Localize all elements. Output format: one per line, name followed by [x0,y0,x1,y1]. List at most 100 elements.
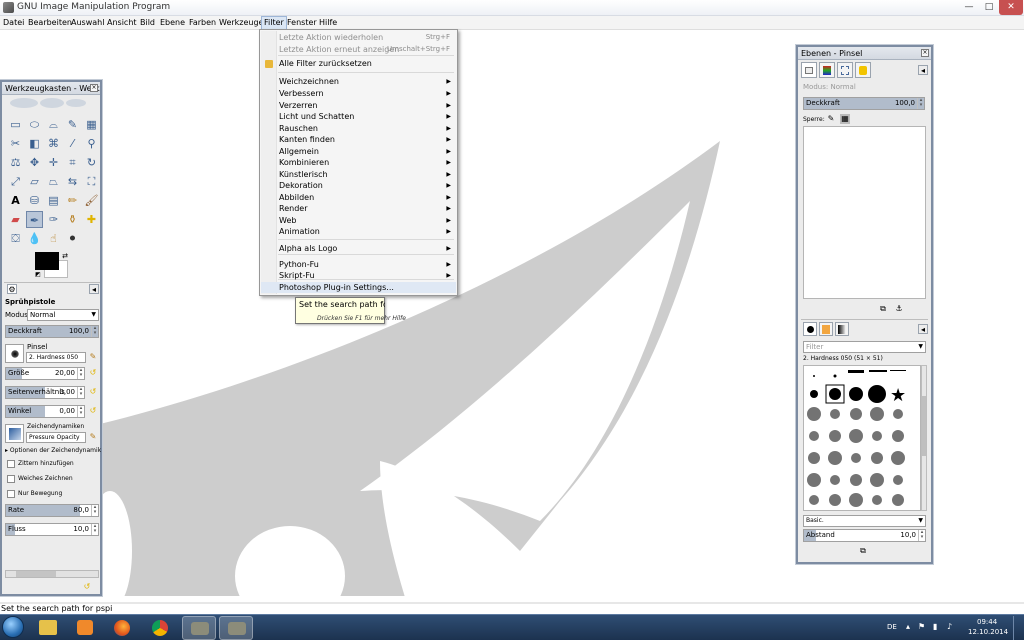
foreground-select-icon[interactable]: ◧ [26,135,43,152]
start-button[interactable] [2,616,24,638]
paths-tab-icon[interactable] [837,62,853,78]
layers-panel-menu-icon[interactable]: ◂ [918,65,928,75]
panel-menu-icon[interactable]: ◂ [89,284,99,294]
filter-menu-item-render[interactable]: Render ▶ [261,203,456,214]
menu-bild[interactable]: Bild [140,18,155,27]
taskbar-explorer[interactable] [31,616,65,640]
ellipse-select-icon[interactable]: ⬭ [26,116,43,133]
filter-menu-item-python-fu[interactable]: Python-Fu ▶ [261,259,456,270]
jitter-checkbox[interactable] [7,460,15,468]
cage-transform-icon[interactable]: ⛶ [83,173,100,190]
undo-tab-icon[interactable] [855,62,871,78]
menu-farben[interactable]: Farben [189,18,216,27]
aspect-spin[interactable]: ▴ ▾ [77,387,84,398]
dynamics-name-field[interactable]: Pressure Opacity [26,432,86,443]
filter-menu-item-alpha-als-logo[interactable]: Alpha als Logo ▶ [261,243,456,254]
menu-ebene[interactable]: Ebene [160,18,185,27]
rotate-icon[interactable]: ↻ [83,154,100,171]
filter-menu-item-web[interactable]: Web ▶ [261,215,456,226]
brushes-panel-menu-icon[interactable]: ◂ [918,324,928,334]
toolbox-close-icon[interactable]: × [90,84,98,92]
filter-menu-item-künstlerisch[interactable]: Künstlerisch ▶ [261,169,456,180]
taskbar-chrome[interactable] [144,616,178,640]
move-icon[interactable]: ✥ [26,154,43,171]
menu-filter[interactable]: Filter [261,16,287,30]
menu-fenster[interactable]: Fenster [287,18,317,27]
spacing-spin[interactable]: ▴ ▾ [918,530,925,541]
brush-grid-scroll-thumb[interactable] [922,396,926,456]
menu-bearbeiten[interactable]: Bearbeiten [28,18,72,27]
ink-icon[interactable]: ✑ [45,211,62,228]
opacity-slider[interactable]: Deckkraft 100,0 ▴ ▾ [5,325,99,338]
scissors-select-icon[interactable]: ✂ [7,135,24,152]
tray-expand-icon[interactable]: ▴ [906,622,910,631]
reset-tool-options-icon[interactable]: ↺ [82,582,92,592]
taskbar-gimp-2[interactable] [219,616,253,640]
layers-tab-icon[interactable] [801,62,817,78]
zoom-icon[interactable]: ⚲ [83,135,100,152]
volume-icon[interactable]: ♪ [947,622,952,631]
tool-options-tab-icon[interactable]: ⚙ [7,284,17,294]
language-indicator[interactable]: DE [887,623,897,631]
reset-angle-icon[interactable]: ↺ [88,406,98,416]
network-icon[interactable]: ▮ [933,622,937,631]
angle-slider[interactable]: Winkel 0,00 ▴ ▾ [5,405,85,418]
clock-time[interactable]: 09:44 [977,618,997,626]
swap-colors-icon[interactable]: ⇄ [60,251,70,261]
filter-menu-item-letzte-aktion-erneut-anzeigen[interactable]: Letzte Aktion erneut anzeigen Umschalt+St… [261,44,456,55]
channels-tab-icon[interactable] [819,62,835,78]
airbrush-icon[interactable]: ✒ [26,211,43,228]
foreground-color-swatch-front[interactable] [35,252,59,270]
filter-menu-item-animation[interactable]: Animation ▶ [261,226,456,237]
filter-menu-item-rauschen[interactable]: Rauschen ▶ [261,123,456,134]
brush-grid[interactable]: ★ [803,365,921,511]
fuzzy-select-icon[interactable]: ✎ [64,116,81,133]
clone-icon[interactable]: ⚱ [64,211,81,228]
taskbar-gimp-1[interactable] [182,616,216,640]
shear-icon[interactable]: ▱ [26,173,43,190]
size-spin[interactable]: ▴ ▾ [77,368,84,379]
duplicate-brush-icon[interactable]: ⧉ [858,546,868,556]
reset-aspect-icon[interactable]: ↺ [88,387,98,397]
filter-menu-item-dekoration[interactable]: Dekoration ▶ [261,180,456,191]
motion-only-checkbox[interactable] [7,490,15,498]
dynamics-options-expander[interactable]: ▸ Optionen der Zeichendynamik [5,447,101,454]
flow-slider[interactable]: Fluss 10,0 ▴ ▾ [5,523,99,536]
crop-icon[interactable]: ⌗ [64,154,81,171]
layer-list[interactable] [803,126,926,299]
filter-menu-item-weichzeichnen[interactable]: Weichzeichnen ▶ [261,76,456,87]
scale-icon[interactable]: ⤢ [7,173,24,190]
show-desktop-button[interactable] [1013,616,1023,640]
gradients-tab-icon[interactable] [835,322,849,336]
filter-menu-item-kanten-finden[interactable]: Kanten finden ▶ [261,134,456,145]
rect-select-icon[interactable]: ▭ [7,116,24,133]
filter-menu-item-skript-fu[interactable]: Skript-Fu ▶ [261,270,456,281]
opacity-spin[interactable]: ▴ ▾ [91,326,98,337]
dodge-burn-icon[interactable]: ⚫ [64,230,81,247]
reset-size-icon[interactable]: ↺ [88,368,98,378]
filter-menu-item-photoshop-plug-in-settings[interactable]: Photoshop Plug-in Settings... [261,282,456,293]
clock-date[interactable]: 12.10.2014 [968,628,1008,636]
perspective-icon[interactable]: ⏢ [45,173,62,190]
heal-icon[interactable]: ✚ [83,211,100,228]
layers-close-icon[interactable]: × [921,49,929,57]
smudge-icon[interactable]: ☝ [45,230,62,247]
filter-menu-item-verbessern[interactable]: Verbessern ▶ [261,88,456,99]
lock-alpha-icon[interactable]: ▦ [840,114,850,124]
brushes-tab-icon[interactable] [803,322,817,336]
scrollbar-thumb[interactable] [16,571,56,577]
filter-menu-item-abbilden[interactable]: Abbilden ▶ [261,192,456,203]
flow-spin[interactable]: ▴ ▾ [91,524,98,535]
menu-ansicht[interactable]: Ansicht [107,18,137,27]
paintbrush-icon[interactable]: 🖌 [83,192,100,209]
taskbar-media-player[interactable] [68,616,102,640]
flip-icon[interactable]: ⇆ [64,173,81,190]
filter-menu-item-letzte-aktion-wiederholen[interactable]: Letzte Aktion wiederholen Strg+F [261,32,456,43]
default-colors-icon[interactable]: ◩ [33,270,43,280]
menu-auswahl[interactable]: Auswahl [71,18,104,27]
brush-preview[interactable] [5,344,24,363]
spacing-slider[interactable]: Abstand 10,0 ▴ ▾ [803,529,926,542]
blend-icon[interactable]: ▤ [45,192,62,209]
free-select-icon[interactable]: ⌓ [45,116,62,133]
brush-filter-input[interactable]: Filter ▼ [803,341,926,353]
